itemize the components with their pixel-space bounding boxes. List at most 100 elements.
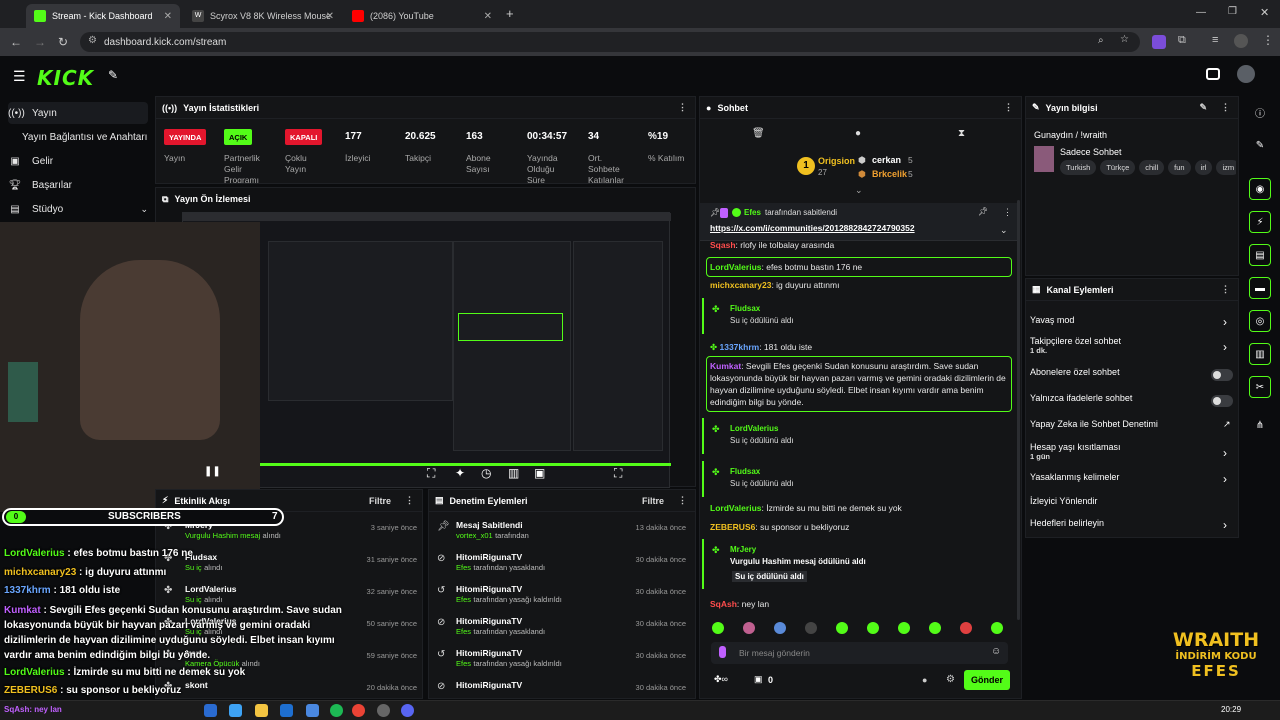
chat-settings-icon[interactable]: ● xyxy=(922,675,927,685)
moderation-target[interactable]: HitomiRigunaTV xyxy=(456,648,562,658)
tab-scyrox[interactable]: W Scyrox V8 8K Wireless Mouse ✕ xyxy=(184,4,342,28)
chevron-right-icon[interactable]: › xyxy=(1223,472,1227,486)
pinned-link[interactable]: https://x.com/i/communities/201288284272… xyxy=(710,223,915,233)
send-button[interactable]: Gönder xyxy=(964,670,1010,690)
chevron-right-icon[interactable]: › xyxy=(1223,340,1227,354)
toggle-switch[interactable] xyxy=(1211,369,1233,381)
edit-stream-info-icon[interactable]: ✎ xyxy=(1199,102,1207,113)
url-field[interactable]: ⚙ dashboard.kick.com/stream ⌕ ☆ xyxy=(80,32,1140,52)
emote-icon[interactable] xyxy=(774,622,786,634)
more-options-icon[interactable]: ⋮ xyxy=(678,495,687,506)
taskbar-app-icon[interactable] xyxy=(255,704,268,717)
layers-icon[interactable]: ▥ xyxy=(1249,343,1271,365)
chat-username[interactable]: LordValerius xyxy=(710,503,762,513)
moderation-target[interactable]: HitomiRigunaTV xyxy=(456,680,522,690)
toggle-switch[interactable] xyxy=(1211,395,1233,407)
more-options-icon[interactable]: ⋮ xyxy=(405,495,414,506)
tag[interactable]: chill xyxy=(1139,160,1165,175)
external-link-icon[interactable]: ↗ xyxy=(1223,419,1231,430)
trash-icon[interactable]: 🗑︎ xyxy=(752,128,765,139)
moderation-target[interactable]: HitomiRigunaTV xyxy=(456,584,562,594)
channel-action-row[interactable]: Abonelere özel sohbet xyxy=(1030,367,1235,387)
document-icon[interactable]: ▤ xyxy=(1249,244,1271,266)
sparkle-icon[interactable]: ✦ xyxy=(455,466,465,480)
media-icon[interactable]: ≡ xyxy=(1212,34,1218,46)
spotify-icon[interactable] xyxy=(330,704,343,717)
reload-button[interactable]: ↻ xyxy=(55,34,71,50)
tag[interactable]: izm xyxy=(1216,160,1236,175)
channel-action-row[interactable]: Yavaş mod xyxy=(1030,315,1235,335)
chat-username[interactable]: MrJery xyxy=(730,545,756,554)
kick-logo[interactable]: KICK xyxy=(37,66,94,90)
chevron-right-icon[interactable]: › xyxy=(1223,518,1227,532)
tag[interactable]: fun xyxy=(1168,160,1191,175)
expand-leaderboard-icon[interactable]: ⌄ xyxy=(855,185,863,196)
leader-2-name[interactable]: cerkan xyxy=(872,155,901,165)
chat-icon[interactable]: ▬ xyxy=(1249,277,1271,299)
bookmark-star-icon[interactable]: ☆ xyxy=(1120,34,1129,45)
moderation-target[interactable]: HitomiRigunaTV xyxy=(456,616,545,626)
tab-youtube[interactable]: (2086) YouTube ✕ xyxy=(344,4,500,28)
play-pause-button[interactable]: ❚❚ xyxy=(204,466,221,477)
moderation-by[interactable]: Efes xyxy=(456,659,471,668)
more-options-icon[interactable]: ⋮ xyxy=(1004,102,1013,113)
share-icon[interactable]: ⋔ xyxy=(1249,414,1271,436)
window-close-button[interactable]: ✕ xyxy=(1260,6,1269,19)
leader-1-name[interactable]: Origsion xyxy=(818,156,855,166)
chat-input[interactable]: Bir mesaj gönderin ☺ xyxy=(711,642,1008,664)
stats-icon[interactable]: ▥ xyxy=(508,466,519,480)
extension-icon[interactable] xyxy=(1152,35,1166,49)
emote-icon[interactable] xyxy=(712,622,724,634)
filter-button[interactable]: Filtre xyxy=(642,496,664,506)
clock-icon[interactable]: ◷ xyxy=(481,466,491,480)
chat-username[interactable]: LordValerius xyxy=(710,262,762,272)
more-options-icon[interactable]: ⋮ xyxy=(1003,207,1012,218)
studio-mode-icon[interactable] xyxy=(1206,68,1220,80)
minimize-button[interactable]: — xyxy=(1196,7,1206,18)
chat-username[interactable]: 1337khrm xyxy=(719,342,759,352)
chrome-menu-icon[interactable]: ⋮ xyxy=(1262,33,1274,47)
close-icon[interactable]: ✕ xyxy=(326,11,334,22)
tab-kick-dashboard[interactable]: Stream - Kick Dashboard ✕ xyxy=(26,4,180,28)
filter-button[interactable]: Filtre xyxy=(369,496,391,506)
chevron-right-icon[interactable]: › xyxy=(1223,446,1227,460)
emote-icon[interactable] xyxy=(991,622,1003,634)
taskbar-app-icon[interactable] xyxy=(280,704,293,717)
emote-icon[interactable] xyxy=(805,622,817,634)
leader-3-name[interactable]: Brkcelik xyxy=(872,169,907,179)
tag[interactable]: Türkçe xyxy=(1100,160,1136,175)
chat-username[interactable]: Sqash xyxy=(710,241,736,250)
chevron-down-icon[interactable]: ⌄ xyxy=(140,204,148,215)
pip-icon[interactable]: ▣ xyxy=(534,466,545,480)
unpin-icon[interactable]: 📌︎ xyxy=(978,207,988,216)
chat-username[interactable]: ZEBERUS6 xyxy=(710,522,755,532)
sidebar-item-achievements[interactable]: 🏆︎ Başarılar xyxy=(8,174,148,196)
edit-icon[interactable]: ✎ xyxy=(1249,134,1271,156)
discord-icon[interactable] xyxy=(401,704,414,717)
chat-username[interactable]: Fludsax xyxy=(730,467,760,476)
chevron-right-icon[interactable]: › xyxy=(1223,315,1227,329)
emote-icon[interactable] xyxy=(960,622,972,634)
more-options-icon[interactable]: ⋮ xyxy=(678,102,687,113)
channel-action-row[interactable]: Yasaklanmış kelimeler xyxy=(1030,472,1235,492)
info-icon[interactable]: ⓘ xyxy=(1249,101,1271,123)
channel-action-row[interactable]: Takipçilere özel sohbet 1 dk. xyxy=(1030,336,1235,356)
extensions-puzzle-icon[interactable]: ⧉ xyxy=(1178,34,1186,47)
tag[interactable]: Turkish xyxy=(1060,160,1097,175)
channel-action-row[interactable]: Hesap yaşı kısıtlaması 1 gün xyxy=(1030,442,1235,462)
close-icon[interactable]: ✕ xyxy=(484,11,492,22)
maximize-button[interactable]: ❐ xyxy=(1228,6,1237,17)
taskbar-app-icon[interactable] xyxy=(229,704,242,717)
site-info-icon[interactable]: ⚙ xyxy=(88,35,97,46)
taskbar-app-icon[interactable] xyxy=(204,704,217,717)
chat-scrollbar[interactable] xyxy=(1017,200,1020,620)
moderation-target[interactable]: Mesaj Sabitlendi xyxy=(456,520,529,530)
sidebar-item-revenue[interactable]: ▣ Gelir xyxy=(8,150,148,172)
taskbar-app-icon[interactable] xyxy=(306,704,319,717)
stream-category[interactable]: Sadece Sohbet xyxy=(1060,147,1122,157)
channel-action-row[interactable]: Yalnızca ifadelerle sohbet xyxy=(1030,393,1235,413)
sidebar-item-stream-key[interactable]: Yayın Bağlantısı ve Anahtarı xyxy=(22,126,152,148)
emoji-icon[interactable]: ☺ xyxy=(991,646,1001,657)
fullscreen-icon[interactable]: ⛶ xyxy=(614,466,622,481)
tag[interactable]: irl xyxy=(1194,160,1213,175)
